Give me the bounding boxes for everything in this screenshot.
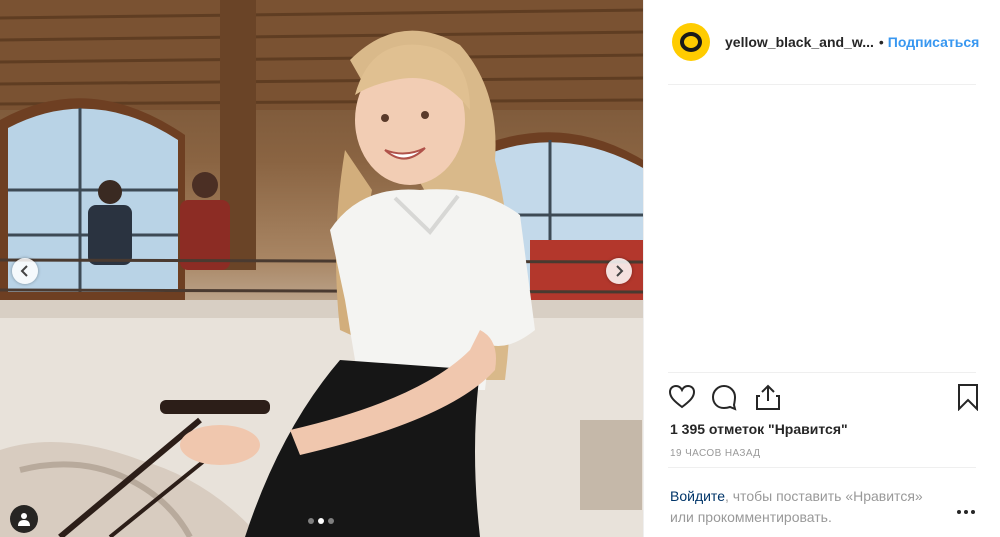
login-prompt: Войдите, чтобы поставить «Нравится» или … — [670, 486, 940, 528]
actions-divider — [668, 372, 976, 373]
carousel-indicator — [308, 518, 334, 524]
avatar[interactable] — [672, 23, 710, 61]
login-link[interactable]: Войдите — [670, 488, 725, 504]
header-divider — [668, 84, 976, 85]
user-tags-button[interactable] — [10, 505, 38, 533]
carousel-dot — [328, 518, 334, 524]
more-dots-icon[interactable] — [954, 502, 978, 522]
carousel-next-button[interactable] — [606, 258, 632, 284]
carousel-dot — [308, 518, 314, 524]
user-tag-icon — [18, 513, 30, 526]
header-separator: • — [878, 34, 884, 50]
share-icon[interactable] — [754, 383, 782, 411]
chevron-left-icon — [20, 265, 28, 277]
post-side-panel: yellow_black_and_w... • Подписаться 1 39… — [643, 0, 1000, 537]
likes-count[interactable]: 1 395 отметок "Нравится" — [670, 421, 848, 437]
post-header: yellow_black_and_w... • Подписаться — [644, 0, 1000, 84]
bookmark-icon[interactable] — [954, 383, 982, 411]
arena-door — [580, 420, 642, 510]
carousel-dot-active — [318, 518, 324, 524]
carousel-prev-button[interactable] — [12, 258, 38, 284]
chevron-right-icon — [616, 265, 624, 277]
post-timestamp[interactable]: 19 ЧАСОВ НАЗАД — [670, 448, 760, 459]
action-bar — [668, 383, 980, 413]
heart-icon[interactable] — [668, 383, 696, 411]
post-photo — [0, 0, 643, 537]
comments-divider — [668, 467, 976, 468]
photo-scene — [0, 0, 643, 537]
follow-button[interactable]: Подписаться — [888, 34, 980, 50]
username-link[interactable]: yellow_black_and_w... — [725, 34, 874, 50]
comment-icon[interactable] — [710, 383, 738, 411]
